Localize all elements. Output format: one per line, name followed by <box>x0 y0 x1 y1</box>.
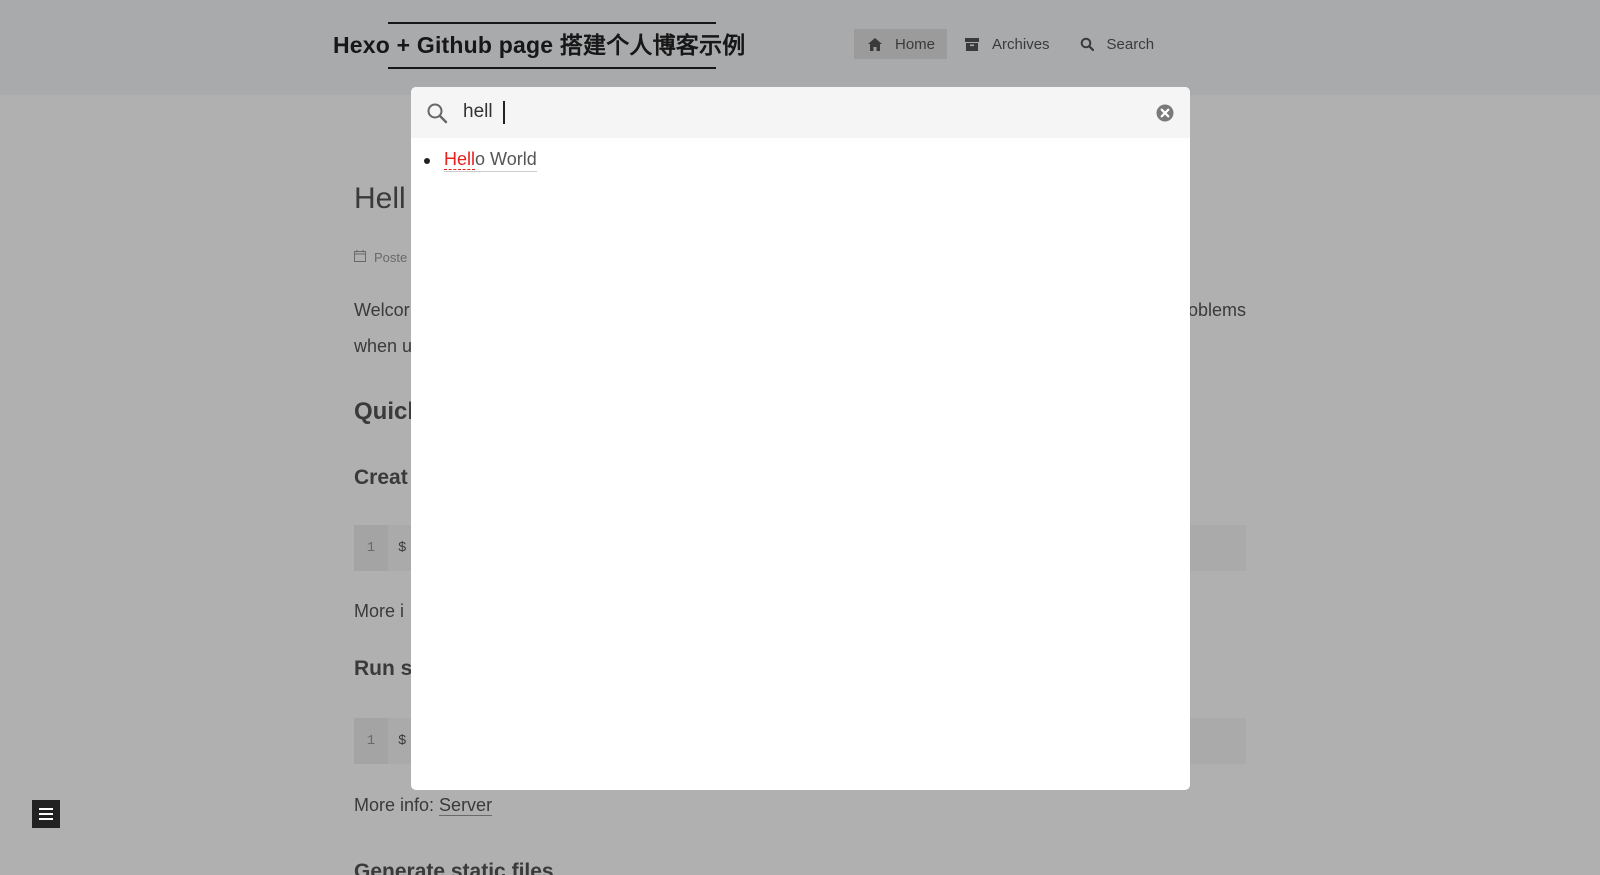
close-circle-icon <box>1156 104 1174 121</box>
page: Hexo + Github page 搭建个人博客示例 Home Archive… <box>0 0 1600 875</box>
search-close-button[interactable] <box>1140 87 1190 138</box>
text-caret <box>503 101 505 124</box>
search-icon <box>426 102 448 124</box>
sidebar-toggle-button[interactable] <box>32 800 60 828</box>
list-bullet <box>424 157 430 164</box>
search-input[interactable] <box>463 97 1143 127</box>
menu-icon <box>39 808 53 820</box>
search-result-link[interactable]: Hello World <box>444 149 537 172</box>
search-result-rest: o World <box>475 149 537 169</box>
search-popup: Hello World <box>411 87 1190 790</box>
search-popup-header <box>411 87 1190 138</box>
search-result-item: Hello World <box>424 149 537 172</box>
search-match-highlight: Hell <box>444 149 476 170</box>
